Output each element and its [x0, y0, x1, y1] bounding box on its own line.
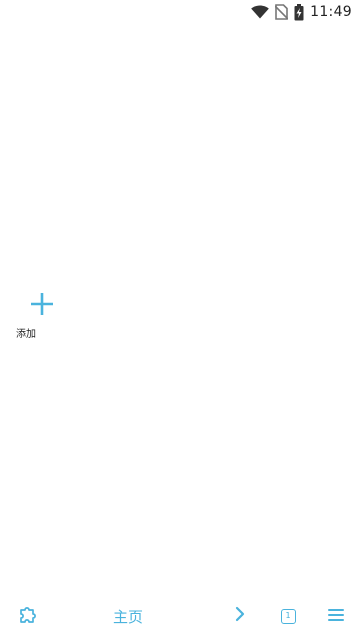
chevron-right-icon	[234, 606, 246, 626]
add-shortcut-label: 添加	[16, 329, 36, 340]
forward-button[interactable]	[224, 592, 256, 640]
hamburger-menu-icon	[328, 607, 344, 626]
tab-count: 1	[280, 608, 296, 624]
extensions-button[interactable]	[8, 592, 48, 640]
home-button[interactable]: 主页	[100, 592, 156, 640]
bottom-toolbar: 主页 1	[0, 592, 360, 640]
status-bar: 11:49	[0, 0, 360, 24]
battery-charging-icon	[294, 3, 304, 21]
puzzle-icon	[18, 604, 38, 628]
status-time: 11:49	[310, 4, 352, 20]
no-sim-icon	[275, 4, 289, 20]
status-icons: 11:49	[251, 2, 352, 22]
add-shortcut-button[interactable]: 添加	[12, 288, 54, 344]
home-label: 主页	[112, 607, 143, 626]
plus-icon	[30, 292, 54, 316]
browser-screen: 11:49 添加 主页 1	[0, 0, 360, 640]
tabs-button[interactable]: 1	[272, 592, 304, 640]
menu-button[interactable]	[320, 592, 352, 640]
wifi-icon	[251, 5, 269, 19]
